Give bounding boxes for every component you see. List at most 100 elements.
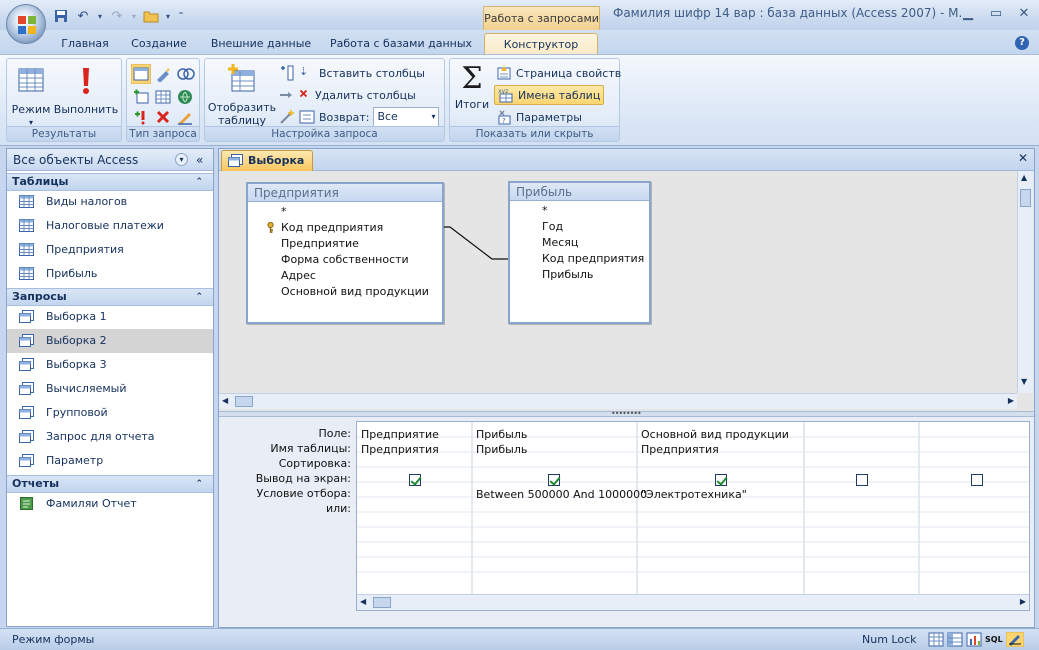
select-query-icon[interactable] [131, 64, 151, 84]
return-select-dropdown-icon[interactable]: ▾ [431, 108, 435, 126]
show-checkbox[interactable] [548, 474, 560, 486]
grid-field-cell[interactable]: Предприятие [361, 428, 439, 441]
table-field[interactable]: * [542, 204, 548, 217]
nav-item-table[interactable]: Предприятия [7, 238, 213, 262]
scroll-left-icon[interactable]: ◀ [360, 597, 366, 606]
grid-criteria-cell[interactable]: Between 500000 And 1000000 [476, 488, 647, 501]
nav-item-table[interactable]: Налоговые платежи [7, 214, 213, 238]
show-checkbox[interactable] [409, 474, 421, 486]
scroll-right-icon[interactable]: ▶ [1008, 396, 1014, 405]
nav-item-query[interactable]: Вычисляемый [7, 377, 213, 401]
table-box-predpriyatiya[interactable]: Предприятия * Код предприятия Предприяти… [246, 182, 444, 324]
show-checkbox[interactable] [715, 474, 727, 486]
collapse-chevron-icon[interactable]: ⌃ [195, 476, 203, 492]
maximize-icon[interactable]: ▭ [985, 4, 1007, 22]
grid-horizontal-scrollbar[interactable]: ◀ ▶ [357, 594, 1029, 610]
nav-menu-dropdown-icon[interactable]: ▾ [175, 153, 188, 166]
document-tab-active[interactable]: Выборка 2 [221, 150, 313, 187]
relationship-join-line[interactable] [442, 221, 510, 266]
undo-dropdown-icon[interactable]: ▾ [96, 7, 104, 25]
grid-field-cell[interactable]: Прибыль [476, 428, 527, 441]
table-field[interactable]: Код предприятия [281, 221, 383, 234]
close-document-icon[interactable]: ✕ [1018, 151, 1028, 165]
nav-item-query[interactable]: Запрос для отчета [7, 425, 213, 449]
scroll-left-icon[interactable]: ◀ [222, 396, 228, 405]
append-query-icon[interactable] [133, 89, 149, 105]
scroll-right-icon[interactable]: ▶ [1020, 597, 1026, 606]
help-icon[interactable]: ? [1015, 36, 1029, 50]
datasheet-view-small-icon[interactable] [928, 632, 944, 647]
undo-icon[interactable]: ↶ [74, 7, 92, 25]
grid-criteria-cell[interactable]: "Электротехника" [641, 488, 747, 501]
minimize-icon[interactable]: ▁ [957, 4, 979, 22]
show-checkbox[interactable] [971, 474, 983, 486]
table-box-pribyl[interactable]: Прибыль * Год Месяц Код предприятия Приб… [508, 181, 651, 324]
table-field[interactable]: Основной вид продукции [281, 285, 429, 298]
sql-view-icon[interactable]: SQL [985, 632, 1003, 647]
office-button[interactable] [6, 4, 46, 44]
totals-button[interactable]: Σ Итоги [454, 63, 490, 112]
grid-table-cell[interactable]: Прибыль [476, 443, 527, 456]
table-diagram-pane[interactable]: Предприятия * Код предприятия Предприяти… [219, 171, 1034, 411]
table-field[interactable]: Прибыль [542, 268, 593, 281]
customize-qat-icon[interactable]: ⁼ [176, 7, 186, 25]
scroll-thumb[interactable] [235, 396, 253, 407]
pivot-chart-view-icon[interactable] [966, 632, 982, 647]
table-box-title[interactable]: Предприятия [248, 184, 442, 202]
collapse-chevron-icon[interactable]: ⌃ [195, 174, 203, 190]
close-icon[interactable]: ✕ [1013, 4, 1035, 22]
nav-item-query[interactable]: Выборка 1 [7, 305, 213, 329]
scroll-thumb[interactable] [373, 597, 391, 608]
design-view-icon[interactable] [1006, 632, 1024, 647]
table-field[interactable]: Предприятие [281, 237, 359, 250]
table-field[interactable]: Форма собственности [281, 253, 409, 266]
nav-item-query[interactable]: Выборка 3 [7, 353, 213, 377]
nav-item-query[interactable]: Параметр [7, 449, 213, 473]
delete-columns-button[interactable]: Удалить столбцы [279, 85, 416, 105]
tab-home[interactable]: Главная [56, 33, 114, 54]
nav-item-report[interactable]: Фамиляи Отчет [7, 492, 213, 516]
update-query-icon[interactable] [133, 109, 149, 125]
nav-pane-header[interactable]: Все объекты Access ▾ « [7, 149, 213, 171]
table-field[interactable]: Адрес [281, 269, 316, 282]
table-field[interactable]: Год [542, 220, 563, 233]
delete-query-icon[interactable] [155, 109, 171, 125]
nav-item-query[interactable]: Групповой [7, 401, 213, 425]
tab-database-tools[interactable]: Работа с базами данных [328, 33, 474, 54]
data-definition-query-icon[interactable] [177, 109, 193, 125]
redo-dropdown-icon[interactable]: ▾ [130, 7, 138, 25]
diagram-horizontal-scrollbar[interactable]: ◀ ▶ [219, 393, 1017, 409]
open-dropdown-icon[interactable]: ▾ [164, 7, 172, 25]
table-field[interactable]: Код предприятия [542, 252, 644, 265]
redo-icon[interactable]: ↷ [108, 7, 126, 25]
table-field[interactable]: * [281, 205, 287, 218]
nav-collapse-icon[interactable]: « [196, 149, 203, 171]
tab-create[interactable]: Создание [126, 33, 192, 54]
table-box-title[interactable]: Прибыль [510, 183, 649, 201]
run-button[interactable]: Выполнить [53, 65, 119, 116]
grid-field-cell[interactable]: Основной вид продукции [641, 428, 789, 441]
pass-through-query-icon[interactable] [177, 89, 193, 105]
scroll-up-icon[interactable]: ▲ [1021, 173, 1027, 182]
open-folder-icon[interactable] [142, 7, 160, 25]
nav-category-reports[interactable]: Отчеты ⌃ [7, 475, 213, 493]
crosstab-query-icon[interactable] [155, 89, 171, 105]
scroll-thumb[interactable] [1020, 189, 1031, 207]
property-sheet-button[interactable]: Страница свойств [496, 63, 621, 83]
show-checkbox[interactable] [856, 474, 868, 486]
grid-table-cell[interactable]: Предприятия [361, 443, 439, 456]
return-select[interactable]: Все ▾ [373, 107, 440, 127]
collapse-chevron-icon[interactable]: ⌃ [195, 289, 203, 305]
diagram-vertical-scrollbar[interactable]: ▲ ▼ [1017, 171, 1033, 393]
grid-table-cell[interactable]: Предприятия [641, 443, 719, 456]
nav-item-table[interactable]: Прибыль [7, 262, 213, 286]
nav-category-tables[interactable]: Таблицы ⌃ [7, 173, 213, 191]
parameters-button[interactable]: ? Параметры [496, 107, 582, 127]
nav-item-query-selected[interactable]: Выборка 2 [7, 329, 213, 353]
tab-external-data[interactable]: Внешние данные [208, 33, 314, 54]
table-names-button[interactable]: xyz Имена таблиц [494, 85, 605, 105]
make-table-query-icon[interactable] [155, 66, 171, 82]
save-icon[interactable] [52, 7, 70, 25]
show-table-button[interactable]: Отобразить таблицу [207, 63, 277, 127]
nav-item-table[interactable]: Виды налогов [7, 190, 213, 214]
